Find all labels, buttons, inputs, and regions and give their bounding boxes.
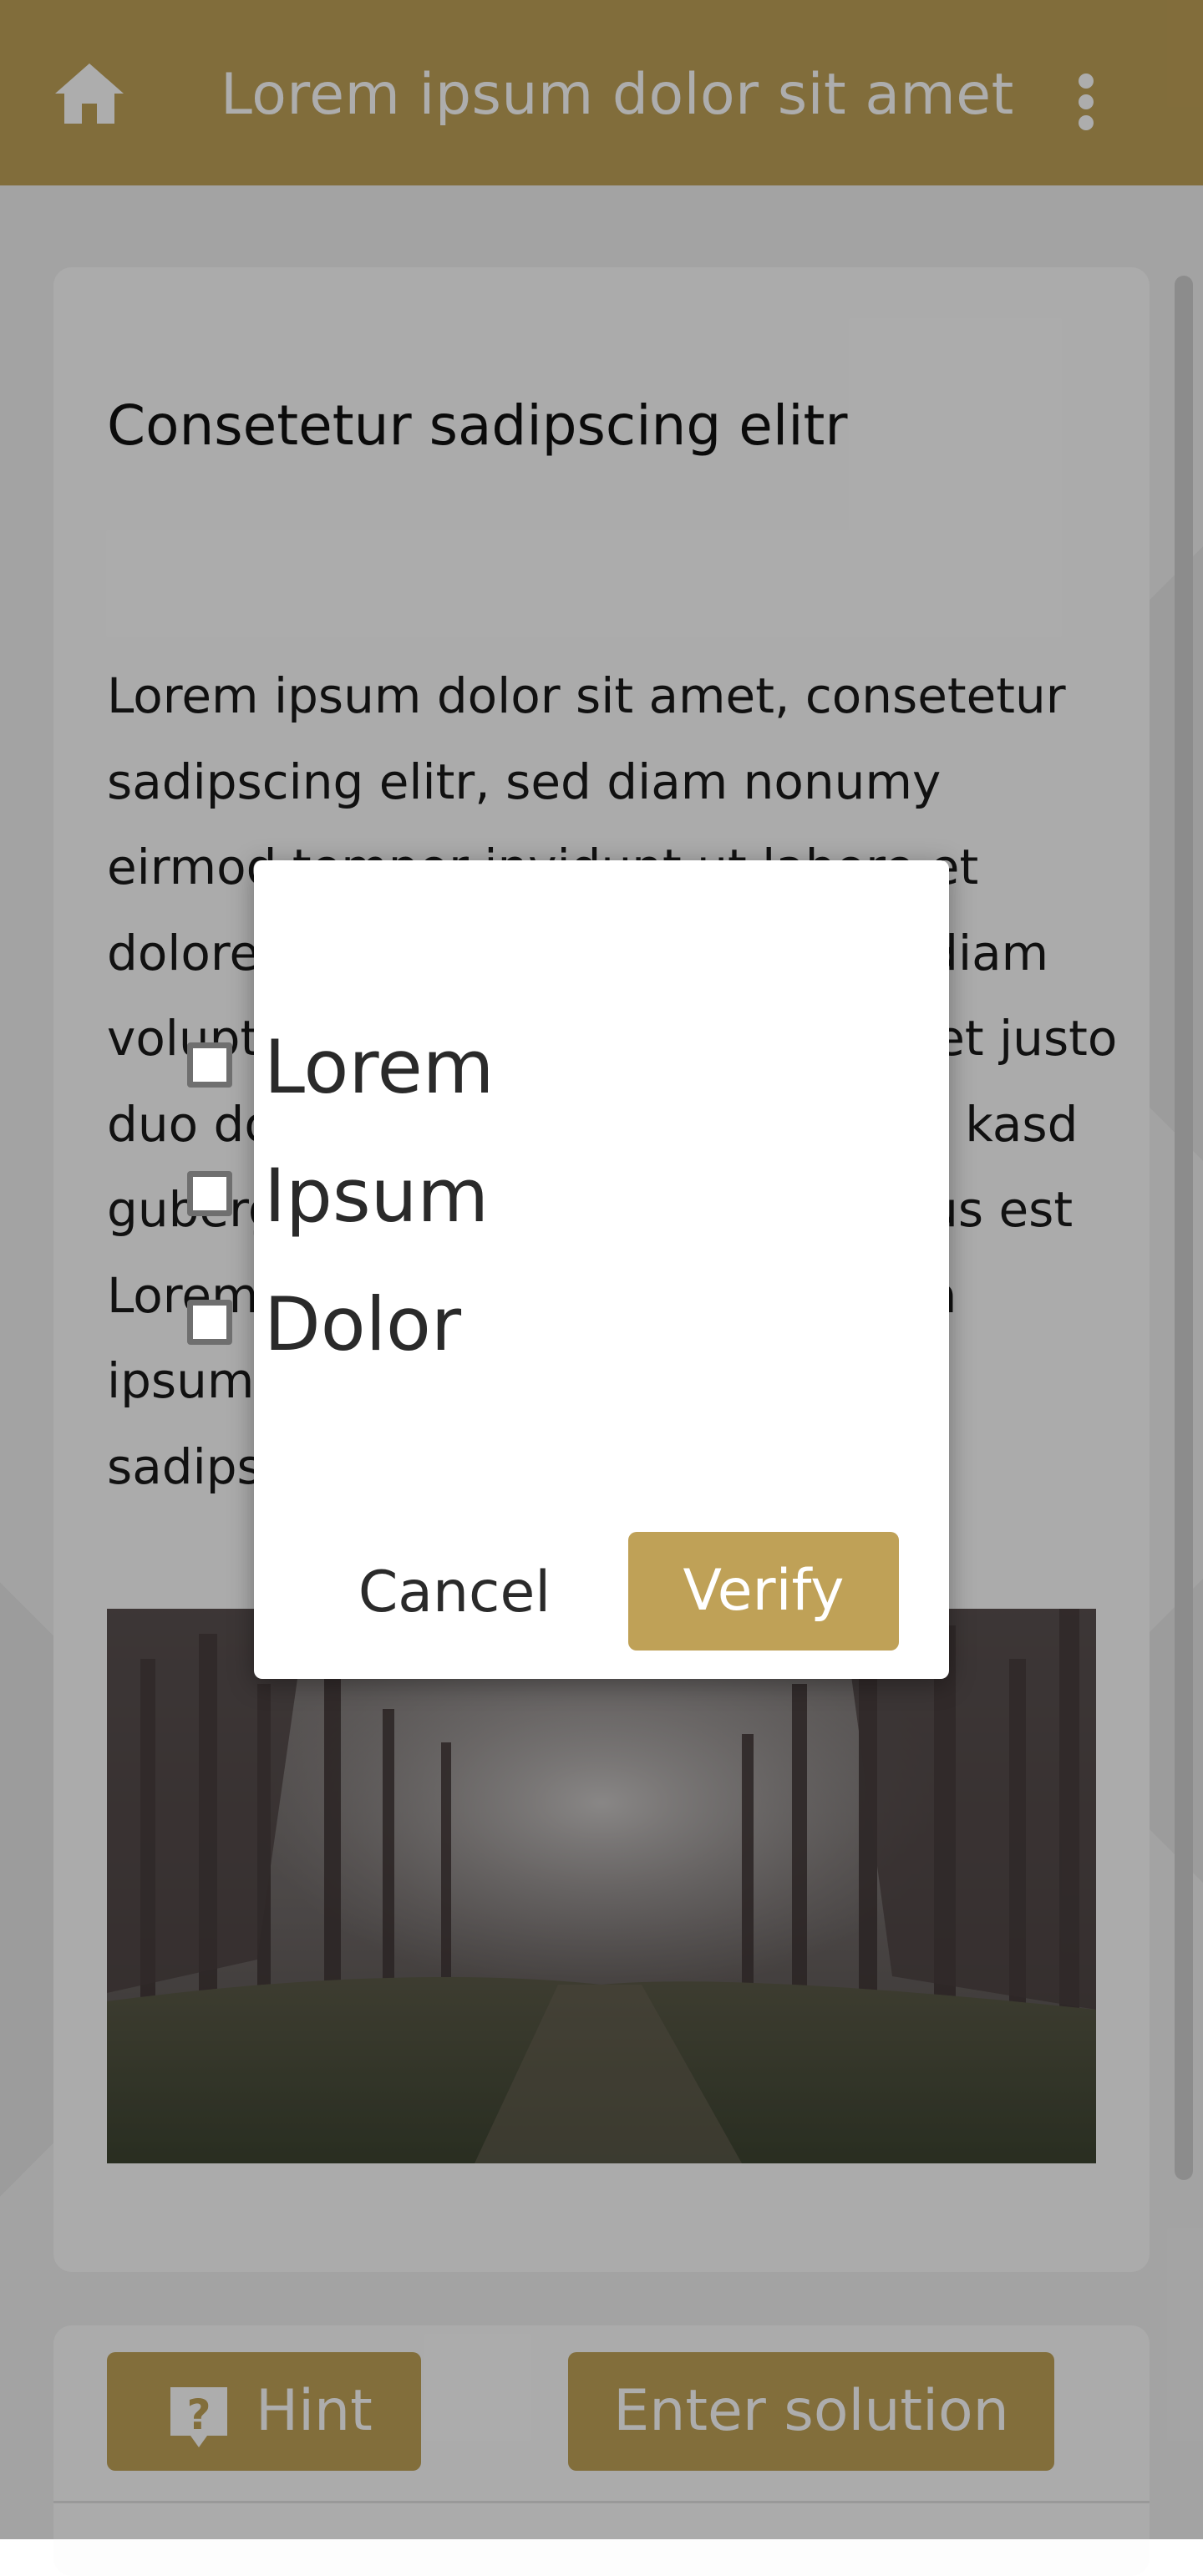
option-label: Ipsum	[264, 1153, 490, 1239]
verify-button[interactable]: Verify	[628, 1532, 899, 1651]
option-dolor[interactable]: Dolor	[184, 1276, 618, 1377]
checkbox[interactable]	[187, 1171, 232, 1216]
checkbox[interactable]	[187, 1300, 232, 1345]
option-lorem[interactable]: Lorem	[184, 1019, 618, 1119]
option-label: Dolor	[264, 1281, 462, 1367]
checkbox[interactable]	[187, 1042, 232, 1088]
cancel-button[interactable]: Cancel	[307, 1534, 602, 1652]
option-ipsum[interactable]: Ipsum	[184, 1148, 618, 1248]
option-label: Lorem	[264, 1024, 495, 1110]
